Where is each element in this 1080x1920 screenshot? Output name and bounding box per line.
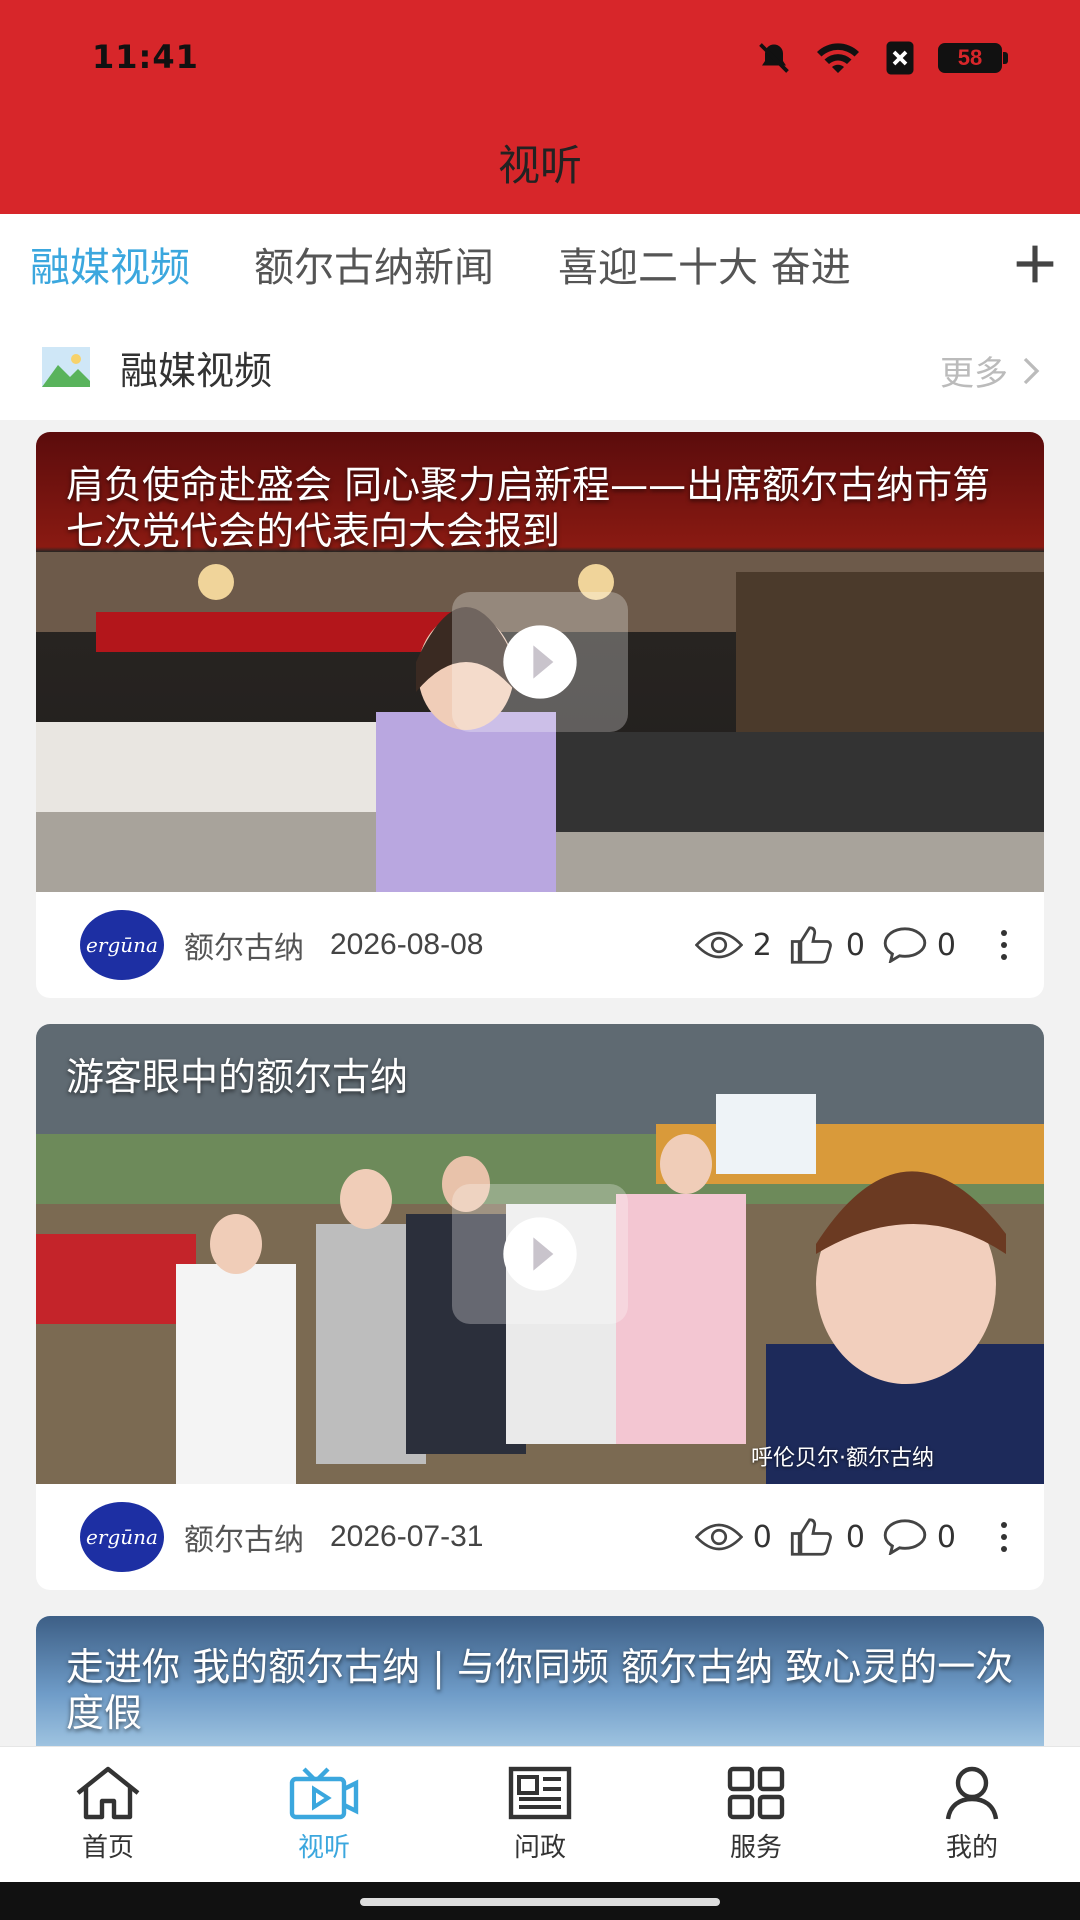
comment-button[interactable]: 0 — [883, 927, 956, 963]
avatar: ergūna — [80, 1502, 164, 1572]
video-watermark: 呼伦贝尔·额尔古纳 — [751, 1446, 934, 1471]
play-button[interactable] — [452, 1184, 628, 1324]
view-count-value: 2 — [752, 927, 772, 963]
comment-count: 0 — [936, 927, 956, 963]
play-icon — [503, 1217, 577, 1291]
comment-button[interactable]: 0 — [883, 1519, 956, 1555]
add-channel-button[interactable] — [990, 214, 1080, 314]
sim-off-icon — [886, 41, 914, 75]
bottom-nav: 首页 视听 问政 服务 我的 — [0, 1746, 1080, 1882]
tab-rongmei-video[interactable]: 融媒视频 — [0, 235, 222, 293]
home-icon — [76, 1766, 140, 1820]
video-card[interactable]: 肩负使命赴盛会 同心聚力启新程——出席额尔古纳市第七次党代会的代表向大会报到 e… — [36, 432, 1044, 998]
video-caption: 肩负使命赴盛会 同心聚力启新程——出席额尔古纳市第七次党代会的代表向大会报到 — [66, 463, 991, 553]
video-meta: ergūna 额尔古纳 2026-07-31 0 0 0 — [36, 1484, 1044, 1590]
video-caption: 游客眼中的额尔古纳 — [66, 1055, 409, 1099]
video-thumbnail[interactable]: 肩负使命赴盛会 同心聚力启新程——出席额尔古纳市第七次党代会的代表向大会报到 — [36, 432, 1044, 892]
more-link[interactable]: 更多 — [940, 346, 1040, 395]
section-title: 融媒视频 — [120, 348, 273, 393]
more-options-icon[interactable] — [994, 1522, 1014, 1552]
thumb-up-icon — [790, 926, 832, 964]
like-button[interactable]: 0 — [790, 926, 865, 964]
bell-off-icon — [759, 43, 789, 73]
eye-icon — [694, 931, 743, 959]
battery-level: 58 — [957, 45, 983, 70]
source-name: 额尔古纳 — [184, 1523, 304, 1558]
grid-icon — [727, 1766, 785, 1820]
view-count: 0 — [694, 1519, 772, 1555]
nav-services-label: 服务 — [729, 1833, 782, 1863]
nav-services[interactable]: 服务 — [648, 1747, 864, 1882]
like-button[interactable]: 0 — [790, 1518, 865, 1556]
avatar-text: ergūna — [86, 933, 158, 957]
video-thumbnail[interactable]: 游客眼中的额尔古纳 呼伦贝尔·额尔古纳 — [36, 1024, 1044, 1484]
source-name: 额尔古纳 — [184, 931, 304, 966]
avatar: ergūna — [80, 910, 164, 980]
plus-icon — [1016, 245, 1054, 283]
eye-icon — [694, 1523, 743, 1551]
comment-icon — [883, 1519, 927, 1555]
page-title: 视听 — [497, 140, 582, 190]
more-options-icon[interactable] — [994, 930, 1014, 960]
video-card[interactable]: 游客眼中的额尔古纳 呼伦贝尔·额尔古纳 ergūna 额尔古纳 2026-07-… — [36, 1024, 1044, 1590]
tab-erguna-news[interactable]: 额尔古纳新闻 — [222, 235, 526, 293]
avatar-text: ergūna — [86, 1525, 158, 1549]
comment-count: 0 — [936, 1519, 956, 1555]
thumb-up-icon — [790, 1518, 832, 1556]
nav-inquiry-label: 问政 — [513, 1833, 566, 1863]
video-meta: ergūna 额尔古纳 2026-08-08 2 0 0 — [36, 892, 1044, 998]
battery-icon: 58 — [938, 43, 1008, 73]
more-label: 更多 — [940, 354, 1008, 394]
status-bar: 11:41 58 — [0, 0, 1080, 110]
title-bar: 视听 — [0, 110, 1080, 214]
nav-profile[interactable]: 我的 — [864, 1747, 1080, 1882]
comment-icon — [883, 927, 927, 963]
newspaper-icon — [508, 1766, 572, 1820]
status-icons: 58 — [756, 38, 1008, 78]
nav-media-label: 视听 — [297, 1833, 350, 1863]
image-icon — [42, 347, 90, 387]
view-count-value: 0 — [752, 1519, 772, 1555]
wifi-icon — [817, 43, 859, 73]
video-thumbnail[interactable]: 走进你 我的额尔古纳 | 与你同频 额尔古纳 致心灵的一次度假 — [36, 1616, 1044, 1746]
like-count: 0 — [845, 927, 865, 963]
publish-date: 2026-07-31 — [330, 1520, 484, 1553]
play-icon — [503, 625, 577, 699]
nav-media[interactable]: 视听 — [216, 1747, 432, 1882]
publish-date: 2026-08-08 — [330, 928, 484, 961]
nav-inquiry[interactable]: 问政 — [432, 1747, 648, 1882]
nav-home-label: 首页 — [81, 1833, 134, 1863]
home-indicator[interactable] — [360, 1898, 720, 1906]
tv-play-icon — [289, 1767, 359, 1820]
user-icon — [945, 1766, 999, 1820]
status-time: 11:41 — [92, 38, 199, 76]
video-caption: 走进你 我的额尔古纳 | 与你同频 额尔古纳 致心灵的一次度假 — [66, 1645, 1014, 1735]
stats: 2 0 0 — [694, 892, 1014, 998]
section-header: 融媒视频 更多 — [0, 314, 1080, 420]
channel-tabs: 融媒视频 额尔古纳新闻 喜迎二十大 奋进 — [0, 214, 1080, 314]
tab-welcome-congress[interactable]: 喜迎二十大 奋进 — [526, 235, 883, 293]
nav-home[interactable]: 首页 — [0, 1747, 216, 1882]
view-count: 2 — [694, 927, 772, 963]
gesture-bar — [0, 1882, 1080, 1920]
play-button[interactable] — [452, 592, 628, 732]
nav-profile-label: 我的 — [945, 1833, 998, 1863]
chevron-right-icon — [1023, 357, 1040, 384]
like-count: 0 — [845, 1519, 865, 1555]
stats: 0 0 0 — [694, 1484, 1014, 1590]
video-card[interactable]: 走进你 我的额尔古纳 | 与你同频 额尔古纳 致心灵的一次度假 — [36, 1616, 1044, 1746]
